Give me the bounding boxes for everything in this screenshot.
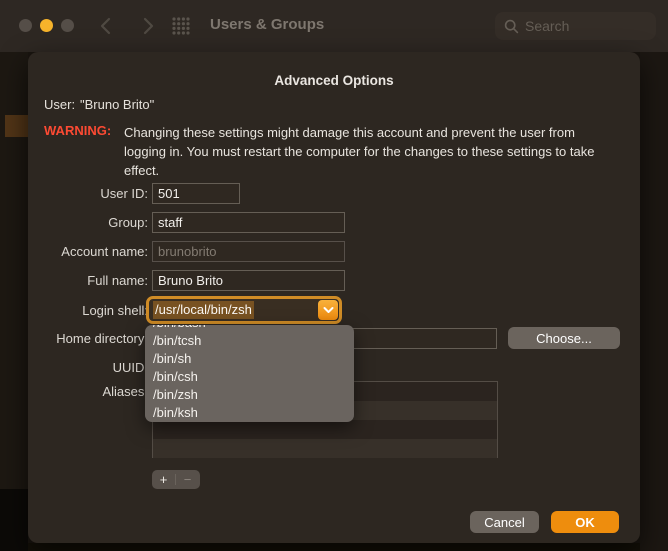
add-alias-button[interactable]: +	[152, 471, 175, 488]
shell-option[interactable]: /bin/sh	[145, 350, 354, 368]
forward-chevron-icon[interactable]	[140, 17, 156, 35]
dialog-title: Advanced Options	[28, 73, 640, 88]
full-name-label: Full name:	[16, 270, 148, 291]
search-icon	[504, 19, 519, 34]
home-directory-label: Home directory:	[16, 328, 148, 349]
group-label: Group:	[16, 212, 148, 233]
background-window-left-bottom	[0, 489, 28, 551]
window-zoom-button[interactable]	[61, 19, 74, 32]
user-label: User:	[44, 97, 75, 112]
cancel-button[interactable]: Cancel	[470, 511, 539, 533]
window-title: Users & Groups	[210, 16, 324, 33]
combo-dropdown-button[interactable]	[318, 300, 338, 320]
warning-text: Changing these settings might damage thi…	[124, 123, 616, 180]
search-placeholder: Search	[525, 18, 569, 34]
background-window-right	[640, 52, 668, 551]
chevron-down-icon	[323, 306, 334, 314]
account-name-field: brunobrito	[152, 241, 345, 262]
user-id-field[interactable]: 501	[152, 183, 240, 204]
ok-button[interactable]: OK	[551, 511, 619, 533]
uuid-label: UUID:	[16, 357, 148, 378]
full-name-field[interactable]: Bruno Brito	[152, 270, 345, 291]
shell-option[interactable]: /bin/zsh	[145, 386, 354, 404]
titlebar: Users & Groups Search	[0, 0, 668, 52]
background-window-bottom	[28, 543, 640, 551]
window-close-button[interactable]	[19, 19, 32, 32]
shell-option[interactable]: /bin/tcsh	[145, 332, 354, 350]
alias-row	[153, 439, 497, 458]
alias-row	[153, 420, 497, 439]
user-id-label: User ID:	[16, 183, 148, 204]
advanced-options-sheet: Advanced Options User: "Bruno Brito" WAR…	[28, 52, 640, 543]
warning-label: WARNING:	[44, 123, 111, 138]
window-minimize-button[interactable]	[40, 19, 53, 32]
background-selected-row	[5, 115, 28, 137]
choose-button[interactable]: Choose...	[508, 327, 620, 349]
aliases-label: Aliases:	[16, 381, 148, 402]
user-line: User: "Bruno Brito"	[44, 97, 75, 112]
group-field[interactable]: staff	[152, 212, 345, 233]
login-shell-value: /usr/local/bin/zsh	[153, 301, 254, 319]
show-all-grid-icon[interactable]	[172, 17, 190, 40]
search-input[interactable]: Search	[495, 12, 656, 40]
screen: Users & Groups Search Advanced Options U…	[0, 0, 668, 551]
shell-option[interactable]: /bin/csh	[145, 368, 354, 386]
remove-alias-button[interactable]: −	[176, 471, 199, 488]
login-shell-label: Login shell:	[16, 300, 148, 321]
account-name-label: Account name:	[16, 241, 148, 262]
shell-option[interactable]: /bin/bash	[145, 325, 354, 332]
login-shell-combobox[interactable]: /usr/local/bin/zsh	[146, 296, 342, 324]
shell-option[interactable]: /bin/ksh	[145, 404, 354, 422]
alias-add-remove-control: + −	[152, 470, 200, 489]
login-shell-popup: /bin/bash /bin/tcsh /bin/sh /bin/csh /bi…	[145, 325, 354, 422]
back-chevron-icon[interactable]	[98, 17, 114, 35]
user-value: "Bruno Brito"	[80, 97, 154, 112]
